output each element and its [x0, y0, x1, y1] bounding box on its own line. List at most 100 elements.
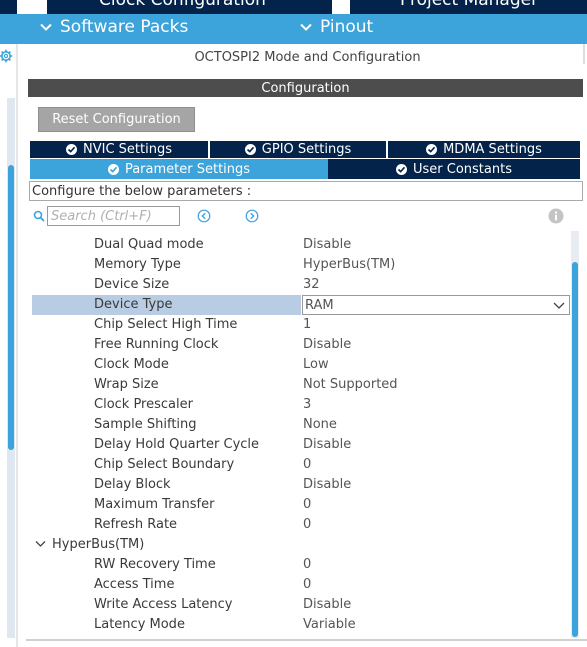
check-circle-icon — [107, 163, 119, 175]
tab-pinout-configuration[interactable] — [0, 0, 17, 14]
param-name: Access Time — [94, 577, 175, 592]
param-row-refresh-rate[interactable]: Refresh Rate 0 — [28, 515, 570, 535]
param-row-free-running-clock[interactable]: Free Running Clock Disable — [28, 335, 570, 355]
chevron-down-icon — [40, 23, 52, 31]
param-row-access-time[interactable]: Access Time 0 — [28, 575, 570, 595]
device-type-dropdown[interactable]: RAM — [302, 295, 570, 315]
param-row-wrap-size[interactable]: Wrap Size Not Supported — [28, 375, 570, 395]
tab-parameter-label: Parameter Settings — [124, 161, 251, 177]
gear-icon[interactable] — [0, 49, 14, 63]
tab-gpio-settings[interactable]: GPIO Settings — [210, 141, 388, 158]
param-value: Disable — [303, 437, 352, 452]
software-packs-menu[interactable]: Software Packs — [40, 17, 188, 37]
tab-nvic-settings[interactable]: NVIC Settings — [30, 141, 210, 158]
chevron-down-icon — [553, 302, 565, 309]
previous-result-icon[interactable] — [197, 209, 211, 223]
param-name: Maximum Transfer — [94, 497, 215, 512]
tab-user-constants[interactable]: User Constants — [328, 159, 580, 179]
check-circle-icon — [426, 144, 438, 155]
param-value: 32 — [303, 277, 320, 292]
param-name: Latency Mode — [94, 617, 185, 632]
left-divider — [16, 44, 18, 647]
param-row-sample-shifting[interactable]: Sample Shifting None — [28, 415, 570, 435]
param-name: Chip Select High Time — [94, 317, 238, 332]
param-name: Device Size — [94, 277, 170, 292]
tab-clock-label: Clock Configuration — [99, 0, 266, 10]
param-row-clock-mode[interactable]: Clock Mode Low — [28, 355, 570, 375]
param-value: 0 — [303, 557, 312, 572]
configure-hint: Configure the below parameters : — [29, 181, 583, 201]
param-value: 1 — [303, 317, 312, 332]
param-name: Wrap Size — [94, 377, 159, 392]
param-name: Sample Shifting — [94, 417, 197, 432]
param-value: Disable — [303, 237, 352, 252]
param-name: Dual Quad mode — [94, 237, 204, 252]
param-row-dual-quad-mode[interactable]: Dual Quad mode Disable — [28, 235, 570, 255]
param-value: 0 — [303, 517, 312, 532]
param-value: Low — [303, 357, 329, 372]
group-label: HyperBus(TM) — [52, 537, 145, 552]
param-value: 3 — [303, 397, 312, 412]
param-name: Device Type — [94, 297, 173, 312]
left-scrollbar-thumb[interactable] — [8, 165, 14, 450]
chevron-down-icon — [300, 23, 312, 31]
param-row-maximum-transfer[interactable]: Maximum Transfer 0 — [28, 495, 570, 515]
param-name: Clock Prescaler — [94, 397, 193, 412]
param-row-memory-type[interactable]: Memory Type HyperBus(TM) — [28, 255, 570, 275]
check-circle-icon — [66, 144, 77, 155]
param-row-device-type[interactable]: Device Type RAM — [28, 295, 570, 315]
param-name: Chip Select Boundary — [94, 457, 235, 472]
param-row-latency-mode[interactable]: Latency Mode Variable — [28, 615, 570, 635]
check-circle-icon — [396, 163, 407, 175]
mode-title: OCTOSPI2 Mode and Configuration — [194, 49, 421, 65]
param-row-chip-select-high-time[interactable]: Chip Select High Time 1 — [28, 315, 570, 335]
param-value: Disable — [303, 337, 352, 352]
tab-mdma-settings[interactable]: MDMA Settings — [388, 141, 580, 158]
param-row-delay-block[interactable]: Delay Block Disable — [28, 475, 570, 495]
param-name: Clock Mode — [94, 357, 169, 372]
param-value: 0 — [303, 577, 312, 592]
search-icon — [33, 210, 45, 222]
pinout-label: Pinout — [320, 17, 374, 37]
configuration-header: Configuration — [28, 79, 583, 97]
param-row-write-access-latency[interactable]: Write Access Latency Disable — [28, 595, 570, 615]
dropdown-selected-value: RAM — [305, 298, 334, 313]
top-toolbar: Clock Configuration Project Manager Soft… — [0, 0, 587, 44]
parameter-scrollbar-thumb[interactable] — [572, 262, 578, 637]
tab-project-manager[interactable]: Project Manager — [350, 0, 587, 14]
tab-project-label: Project Manager — [400, 0, 539, 10]
param-name: Free Running Clock — [94, 337, 219, 352]
param-name: Refresh Rate — [94, 517, 178, 532]
tab-gpio-label: GPIO Settings — [261, 142, 352, 157]
tab-parameter-settings[interactable]: Parameter Settings — [30, 159, 328, 179]
param-value: Disable — [303, 477, 352, 492]
param-value: Variable — [303, 617, 356, 632]
param-row-clock-prescaler[interactable]: Clock Prescaler 3 — [28, 395, 570, 415]
param-name: Delay Block — [94, 477, 171, 492]
reset-configuration-button[interactable]: Reset Configuration — [38, 107, 195, 132]
software-packs-label: Software Packs — [60, 17, 189, 37]
param-value: HyperBus(TM) — [303, 257, 396, 272]
group-hyperbus[interactable]: HyperBus(TM) — [28, 535, 570, 555]
tab-clock-configuration[interactable]: Clock Configuration — [47, 0, 332, 14]
pinout-menu[interactable]: Pinout — [300, 17, 373, 37]
next-result-icon[interactable] — [245, 209, 259, 223]
param-row-delay-hold-quarter-cycle[interactable]: Delay Hold Quarter Cycle Disable — [28, 435, 570, 455]
info-icon[interactable] — [548, 208, 564, 224]
search-input[interactable] — [47, 206, 180, 226]
tab-mdma-label: MDMA Settings — [443, 142, 542, 157]
param-row-device-size[interactable]: Device Size 32 — [28, 275, 570, 295]
param-row-rw-recovery-time[interactable]: RW Recovery Time 0 — [28, 555, 570, 575]
search-row — [33, 205, 578, 227]
tab-nvic-label: NVIC Settings — [83, 142, 172, 157]
param-value: 0 — [303, 497, 312, 512]
param-value: Disable — [303, 597, 352, 612]
tab-user-constants-label: User Constants — [413, 161, 512, 177]
param-name: RW Recovery Time — [94, 557, 216, 572]
param-value: None — [303, 417, 337, 432]
settings-tabs-row-2: Parameter Settings User Constants — [30, 159, 580, 179]
bottom-divider — [26, 639, 587, 641]
check-circle-icon — [244, 144, 256, 155]
param-row-chip-select-boundary[interactable]: Chip Select Boundary 0 — [28, 455, 570, 475]
chevron-down-icon — [35, 541, 46, 547]
